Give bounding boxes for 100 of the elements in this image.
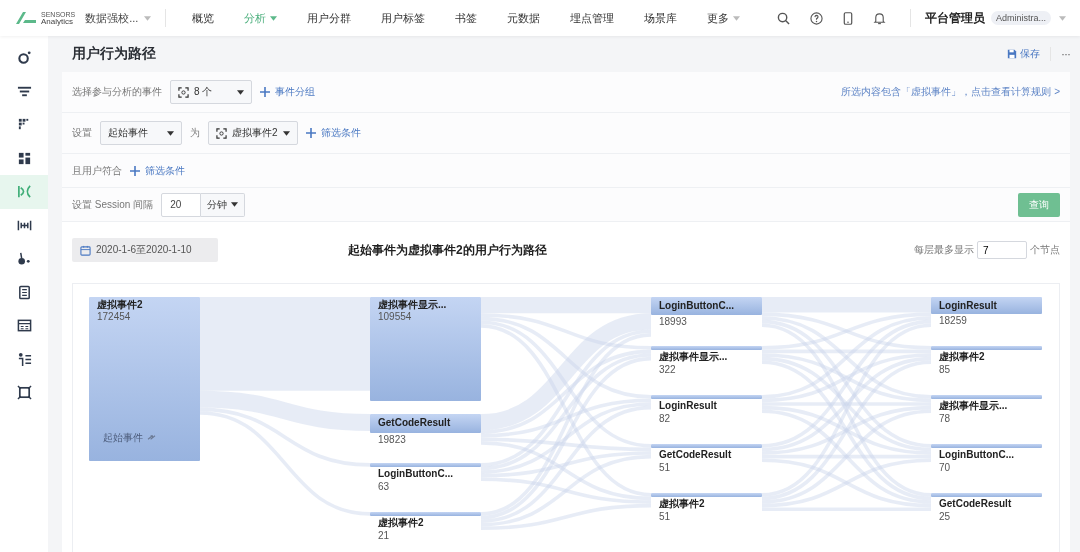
nav-tab[interactable]: 场景库: [632, 10, 690, 26]
node-count: 19823: [378, 433, 406, 446]
node-name: LoginButtonC...: [659, 300, 734, 312]
node-name: 虚拟事件2: [378, 517, 424, 530]
save-button[interactable]: 保存: [1007, 47, 1040, 61]
unit-dropdown[interactable]: 分钟: [201, 192, 246, 217]
node-bar[interactable]: [651, 493, 762, 497]
node-count: 21: [378, 530, 390, 543]
node-bar[interactable]: [651, 346, 762, 350]
start-event-dropdown[interactable]: 虚拟事件2: [208, 121, 298, 145]
node-bar[interactable]: [370, 463, 481, 468]
node-count: 51: [659, 462, 671, 474]
node-count: 78: [939, 413, 951, 425]
node-name: 虚拟事件2: [939, 351, 985, 363]
search-icon[interactable]: [777, 11, 790, 25]
users-icon: [16, 351, 32, 367]
nav-tab[interactable]: 用户标签: [369, 10, 438, 26]
logo-text: Analytics: [41, 17, 74, 26]
plus-icon: [260, 87, 270, 97]
node-bar[interactable]: [931, 444, 1042, 448]
rule-notice-link[interactable]: 所选内容包含「虚拟事件」，点击查看计算规则 >: [841, 85, 1060, 99]
node-count: 109554: [378, 311, 412, 323]
field-label: 设置 Session 间隔: [72, 197, 154, 212]
chart-title: 起始事件为虚拟事件2的用户行为路径: [348, 241, 547, 259]
overview-icon: [16, 50, 32, 66]
path-icon: [16, 184, 32, 200]
node-bar[interactable]: [651, 297, 762, 316]
nav-tab[interactable]: 元数据: [495, 10, 553, 26]
help-icon[interactable]: [810, 11, 823, 25]
more-button[interactable]: ···: [1061, 47, 1070, 61]
plus-icon: [305, 128, 316, 138]
page-title: 用户行为路径: [72, 45, 156, 63]
node-name: LoginButtonC...: [378, 468, 453, 481]
focus-frame-icon: [178, 86, 189, 98]
plus-icon: [130, 165, 140, 176]
report-icon: [16, 284, 32, 300]
node-name: GetCodeResult: [939, 498, 1012, 510]
session-input[interactable]: 20: [161, 192, 202, 217]
field-label: 每层最多显示: [914, 243, 974, 257]
field-label: 设置: [72, 126, 92, 140]
node-count: 51: [659, 511, 671, 523]
nav-tab[interactable]: 更多: [695, 10, 753, 26]
user-role-badge: Administra...: [991, 11, 1051, 25]
table-icon: [16, 318, 32, 334]
add-group-link[interactable]: 事件分组: [260, 85, 315, 99]
node-name: 虚拟事件2: [659, 498, 705, 510]
node-bar[interactable]: [651, 444, 762, 448]
node-bar[interactable]: [89, 297, 200, 461]
node-bar[interactable]: [370, 297, 481, 402]
caret-icon: [144, 15, 152, 21]
add-filter-link[interactable]: 筛选条件: [130, 163, 185, 178]
node-bar[interactable]: [931, 395, 1042, 399]
arrows-icon: [147, 434, 156, 442]
caret-icon: [231, 202, 239, 207]
node-name: 虚拟事件2: [97, 299, 143, 311]
attribution-icon: [16, 251, 32, 267]
user-name: 平台管理员: [925, 9, 985, 27]
nav-tab[interactable]: 概览: [180, 10, 227, 26]
tools-icon: [16, 385, 32, 401]
node-count: 63: [378, 481, 390, 494]
add-filter-link[interactable]: 筛选条件: [305, 126, 361, 140]
nav-tab[interactable]: 书签: [443, 10, 490, 26]
node-count: 82: [659, 413, 671, 425]
node-bar[interactable]: [370, 512, 481, 517]
node-count: 18259: [939, 315, 967, 328]
node-name: GetCodeResult: [659, 449, 732, 461]
logo-icon: [14, 10, 38, 26]
node-name: LoginButtonC...: [939, 449, 1014, 461]
date-range-picker[interactable]: 2020-1-6至2020-1-10: [72, 238, 218, 262]
start-event-label: 起始事件: [103, 430, 143, 445]
node-count: 25: [939, 511, 951, 523]
node-bar[interactable]: [931, 493, 1042, 497]
caret-icon: [237, 89, 244, 95]
caret-icon: [167, 130, 174, 136]
distribution-icon: [16, 150, 32, 166]
node-count: 322: [659, 364, 676, 376]
nav-tab[interactable]: 用户分群: [295, 10, 364, 26]
events-dropdown[interactable]: 8 个: [170, 80, 252, 104]
caret-icon: [282, 130, 290, 136]
calendar-icon: [80, 244, 91, 256]
node-name: 虚拟事件显示...: [659, 351, 728, 363]
node-bar[interactable]: [651, 395, 762, 399]
field-label: 为: [190, 126, 200, 140]
node-name: 虚拟事件显示...: [378, 299, 447, 311]
save-icon: [1007, 49, 1017, 59]
node-count: 70: [939, 462, 951, 474]
start-type-dropdown[interactable]: 起始事件: [100, 121, 182, 145]
node-count: 85: [939, 364, 951, 376]
nav-tab[interactable]: 埋点管理: [558, 10, 627, 26]
node-count-input[interactable]: 7: [977, 241, 1027, 259]
node-bar[interactable]: [931, 346, 1042, 350]
node-bar[interactable]: [370, 414, 481, 433]
project-dropdown[interactable]: 数据强校...: [85, 10, 152, 26]
node-name: LoginResult: [659, 400, 717, 412]
phone-icon[interactable]: [843, 11, 853, 25]
node-bar[interactable]: [931, 297, 1042, 315]
node-name: LoginResult: [939, 299, 997, 312]
focus-frame-icon: [216, 127, 227, 139]
bell-icon[interactable]: [873, 11, 886, 25]
field-label: 且用户符合: [72, 163, 122, 178]
